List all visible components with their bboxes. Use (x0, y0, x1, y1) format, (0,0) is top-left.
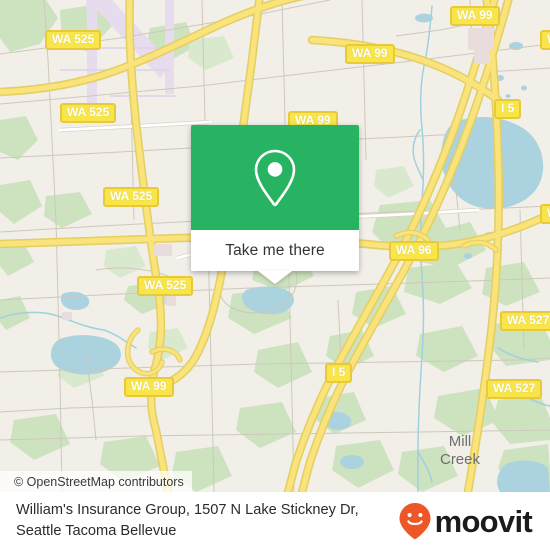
route-shield: WA 525 (103, 187, 160, 207)
route-shield-label: I 5 (501, 101, 515, 115)
moovit-smiley-pin-icon (399, 503, 431, 540)
route-shield-label: WA 527 (507, 313, 550, 327)
route-shield: WA 525 (60, 103, 117, 123)
map-attribution[interactable]: © OpenStreetMap contributors (0, 471, 192, 492)
route-shield-label: WA 525 (110, 189, 153, 203)
map-viewport[interactable]: .lnd { fill:#f2efe9; } .grn { fill:#cde3… (0, 0, 550, 492)
route-shield-label: WA 527 (493, 381, 536, 395)
route-shield: WA 99 (124, 377, 174, 397)
moovit-logo[interactable]: moovit (398, 502, 538, 540)
route-shield: WA 525 (137, 276, 194, 296)
route-shield: WA (540, 204, 550, 224)
svg-text:Mill: Mill (449, 433, 472, 450)
route-shield-label: WA 525 (52, 32, 95, 46)
route-shield: WA 99 (450, 6, 500, 26)
route-shield: WA 525 (45, 30, 102, 50)
route-shield-label: I 5 (332, 365, 346, 379)
route-shield: WA 527 (486, 379, 543, 399)
take-me-there-button[interactable]: Take me there (191, 230, 359, 284)
route-shield: WA (540, 30, 550, 50)
moovit-wordmark: moovit (434, 503, 533, 539)
route-shield-label: WA 99 (131, 379, 167, 393)
location-title-line-1: William's Insurance Group, 1507 N Lake S… (16, 502, 359, 518)
location-title-line-2: Seattle Tacoma Bellevue (16, 523, 177, 539)
location-info-card[interactable]: Take me there (191, 125, 359, 284)
map-pin-icon (254, 149, 296, 206)
info-card-pointer (258, 271, 292, 284)
take-me-there-label: Take me there (225, 241, 325, 259)
route-shield: WA 99 (345, 44, 395, 64)
route-shield-label: WA 525 (144, 278, 187, 292)
route-shield: I 5 (494, 99, 522, 119)
svg-text:Creek: Creek (440, 451, 481, 468)
route-shield-label: WA 99 (352, 46, 388, 60)
route-shield-label: WA 96 (396, 243, 432, 257)
attribution-text: © OpenStreetMap contributors (14, 474, 184, 489)
location-title: William's Insurance Group, 1507 N Lake S… (16, 500, 359, 542)
route-shield-label: WA 99 (457, 8, 493, 22)
route-shield: WA 527 (500, 311, 550, 331)
route-shield: I 5 (325, 363, 353, 383)
route-shield: WA 96 (389, 241, 439, 261)
route-shield-label: WA 525 (67, 105, 110, 119)
info-card-image-area (191, 125, 359, 230)
page-footer: William's Insurance Group, 1507 N Lake S… (0, 492, 550, 550)
screenshot-root: .lnd { fill:#f2efe9; } .grn { fill:#cde3… (0, 0, 550, 550)
